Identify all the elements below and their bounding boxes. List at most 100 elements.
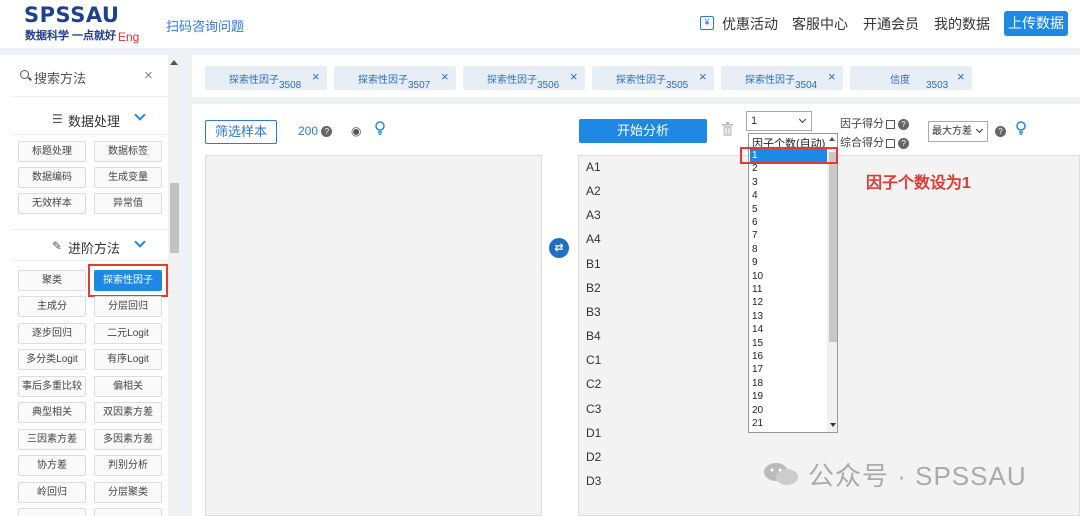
rotation-method-select[interactable]: 最大方差 xyxy=(928,121,988,142)
close-icon[interactable]: × xyxy=(570,69,578,84)
dropdown-option[interactable]: 11 xyxy=(752,283,762,296)
dropdown-scroll-thumb[interactable] xyxy=(829,152,837,342)
lightbulb-icon[interactable] xyxy=(375,121,385,135)
sidebar-scroll-thumb[interactable] xyxy=(170,183,179,253)
chevron-down-icon[interactable] xyxy=(134,109,146,121)
dropdown-option[interactable]: 3 xyxy=(752,176,758,189)
logo[interactable]: SPSSAU xyxy=(24,3,119,27)
method-button[interactable]: 无效样本 xyxy=(18,193,86,214)
search-input[interactable]: 搜索方法 xyxy=(34,68,86,87)
dropdown-option[interactable]: 15 xyxy=(752,337,763,350)
close-icon[interactable]: × xyxy=(699,69,707,84)
method-button[interactable]: 生成变量 xyxy=(94,167,162,188)
list-item[interactable]: C1 xyxy=(586,353,601,367)
list-item[interactable]: D3 xyxy=(586,474,601,488)
method-button[interactable] xyxy=(18,508,86,516)
scroll-down-arrow-icon[interactable] xyxy=(830,423,836,427)
method-button[interactable]: 分层聚类 xyxy=(94,482,162,503)
close-icon[interactable]: × xyxy=(828,69,836,84)
factor-count-dropdown[interactable]: 因子个数(自动) 1 2 3 4 5 6 7 8 9 10 11 12 13 1… xyxy=(748,133,838,433)
dropdown-option[interactable]: 21 xyxy=(752,417,763,430)
method-search[interactable]: 搜索方法 × xyxy=(12,55,168,97)
nav-my-data[interactable]: 我的数据 xyxy=(934,14,990,34)
dropdown-option[interactable]: 7 xyxy=(752,229,758,242)
language-switch[interactable]: Eng xyxy=(118,30,139,44)
help-icon[interactable]: ? xyxy=(321,126,333,138)
nav-service[interactable]: 客服中心 xyxy=(792,14,848,34)
start-analysis-button[interactable]: 开始分析 xyxy=(579,119,707,143)
tab-analysis[interactable]: 信度 3503 × xyxy=(850,66,972,91)
dropdown-option[interactable]: 10 xyxy=(752,270,763,283)
method-button[interactable]: 主成分 xyxy=(18,296,86,317)
composite-score-option[interactable]: 综合得分 ? xyxy=(840,134,910,150)
scroll-up-arrow-icon[interactable] xyxy=(829,137,835,141)
method-button[interactable]: 多因素方差 xyxy=(94,429,162,450)
method-button[interactable]: 双因素方差 xyxy=(94,402,162,423)
section-advanced[interactable]: ✎ 进阶方法 xyxy=(12,229,168,261)
method-button[interactable]: 逐步回归 xyxy=(18,323,86,344)
close-icon[interactable]: × xyxy=(957,69,965,84)
dropdown-option[interactable]: 14 xyxy=(752,323,763,336)
list-item[interactable]: D2 xyxy=(586,450,601,464)
help-icon[interactable]: ? xyxy=(898,137,910,149)
method-button[interactable]: 三因素方差 xyxy=(18,429,86,450)
method-button[interactable]: 分层回归 xyxy=(94,296,162,317)
list-item[interactable]: C2 xyxy=(586,377,601,391)
method-button[interactable]: 标题处理 xyxy=(18,141,86,162)
method-button[interactable]: 数据标签 xyxy=(94,141,162,162)
method-button[interactable]: 岭回归 xyxy=(18,482,86,503)
method-button[interactable]: 事后多重比较 xyxy=(18,376,86,397)
close-icon[interactable]: × xyxy=(441,69,449,84)
method-button[interactable]: 数据编码 xyxy=(18,167,86,188)
factor-count-select[interactable]: 1 xyxy=(746,111,812,131)
eye-icon[interactable]: ◉ xyxy=(351,124,361,138)
help-icon[interactable]: ? xyxy=(898,118,910,130)
dropdown-option[interactable]: 9 xyxy=(752,256,758,269)
sidebar-scrollbar[interactable] xyxy=(168,55,180,516)
dropdown-option[interactable]: 2 xyxy=(752,162,758,175)
method-button[interactable]: 判别分析 xyxy=(94,455,162,476)
method-button[interactable]: 偏相关 xyxy=(94,376,162,397)
composite-score-checkbox[interactable] xyxy=(886,138,895,148)
scroll-up-arrow-icon[interactable] xyxy=(170,60,178,65)
dropdown-option[interactable]: 13 xyxy=(752,310,763,323)
factor-score-option[interactable]: 因子得分 ? xyxy=(840,115,910,131)
help-icon[interactable]: ? xyxy=(995,126,1006,137)
section-data-processing[interactable]: ☰ 数据处理 xyxy=(12,103,168,135)
upload-data-button[interactable]: 上传数据 xyxy=(1004,11,1068,36)
dropdown-option[interactable]: 6 xyxy=(752,216,758,229)
trash-icon[interactable] xyxy=(722,122,733,136)
close-icon[interactable]: × xyxy=(144,67,153,84)
selected-variables-box[interactable] xyxy=(205,155,542,516)
method-button[interactable]: 有序Logit xyxy=(94,349,162,370)
dropdown-option[interactable]: 4 xyxy=(752,189,758,202)
list-item[interactable]: A3 xyxy=(586,208,601,222)
close-icon[interactable]: × xyxy=(312,69,320,84)
dropdown-option[interactable]: 18 xyxy=(752,377,763,390)
dropdown-option[interactable]: 17 xyxy=(752,363,763,376)
method-button[interactable]: 聚类 xyxy=(18,270,86,291)
dropdown-option[interactable]: 12 xyxy=(752,296,763,309)
method-button[interactable] xyxy=(94,508,162,516)
tab-analysis[interactable]: 探索性因子3506 × xyxy=(463,66,585,91)
lightbulb-icon[interactable] xyxy=(1016,121,1026,135)
list-item[interactable]: B4 xyxy=(586,329,601,343)
list-item[interactable]: A1 xyxy=(586,160,601,174)
dropdown-option[interactable]: 5 xyxy=(752,203,758,216)
method-button[interactable]: 典型相关 xyxy=(18,402,86,423)
dropdown-option[interactable]: 19 xyxy=(752,390,763,403)
nav-promotions[interactable]: 优惠活动 xyxy=(722,14,778,34)
list-item[interactable]: A2 xyxy=(586,184,601,198)
filter-samples-button[interactable]: 筛选样本 xyxy=(205,120,277,144)
tab-analysis[interactable]: 探索性因子3507 × xyxy=(334,66,456,91)
method-button[interactable]: 二元Logit xyxy=(94,323,162,344)
tab-analysis[interactable]: 探索性因子3505 × xyxy=(592,66,714,91)
consult-link[interactable]: 扫码咨询问题 xyxy=(166,16,244,35)
method-button[interactable]: 协方差 xyxy=(18,455,86,476)
tab-analysis[interactable]: 探索性因子3504 × xyxy=(721,66,843,91)
list-item[interactable]: B1 xyxy=(586,257,601,271)
method-button[interactable]: 异常值 xyxy=(94,193,162,214)
list-item[interactable]: B3 xyxy=(586,305,601,319)
tab-analysis[interactable]: 探索性因子3508 × xyxy=(205,66,327,91)
chevron-down-icon[interactable] xyxy=(134,236,146,248)
